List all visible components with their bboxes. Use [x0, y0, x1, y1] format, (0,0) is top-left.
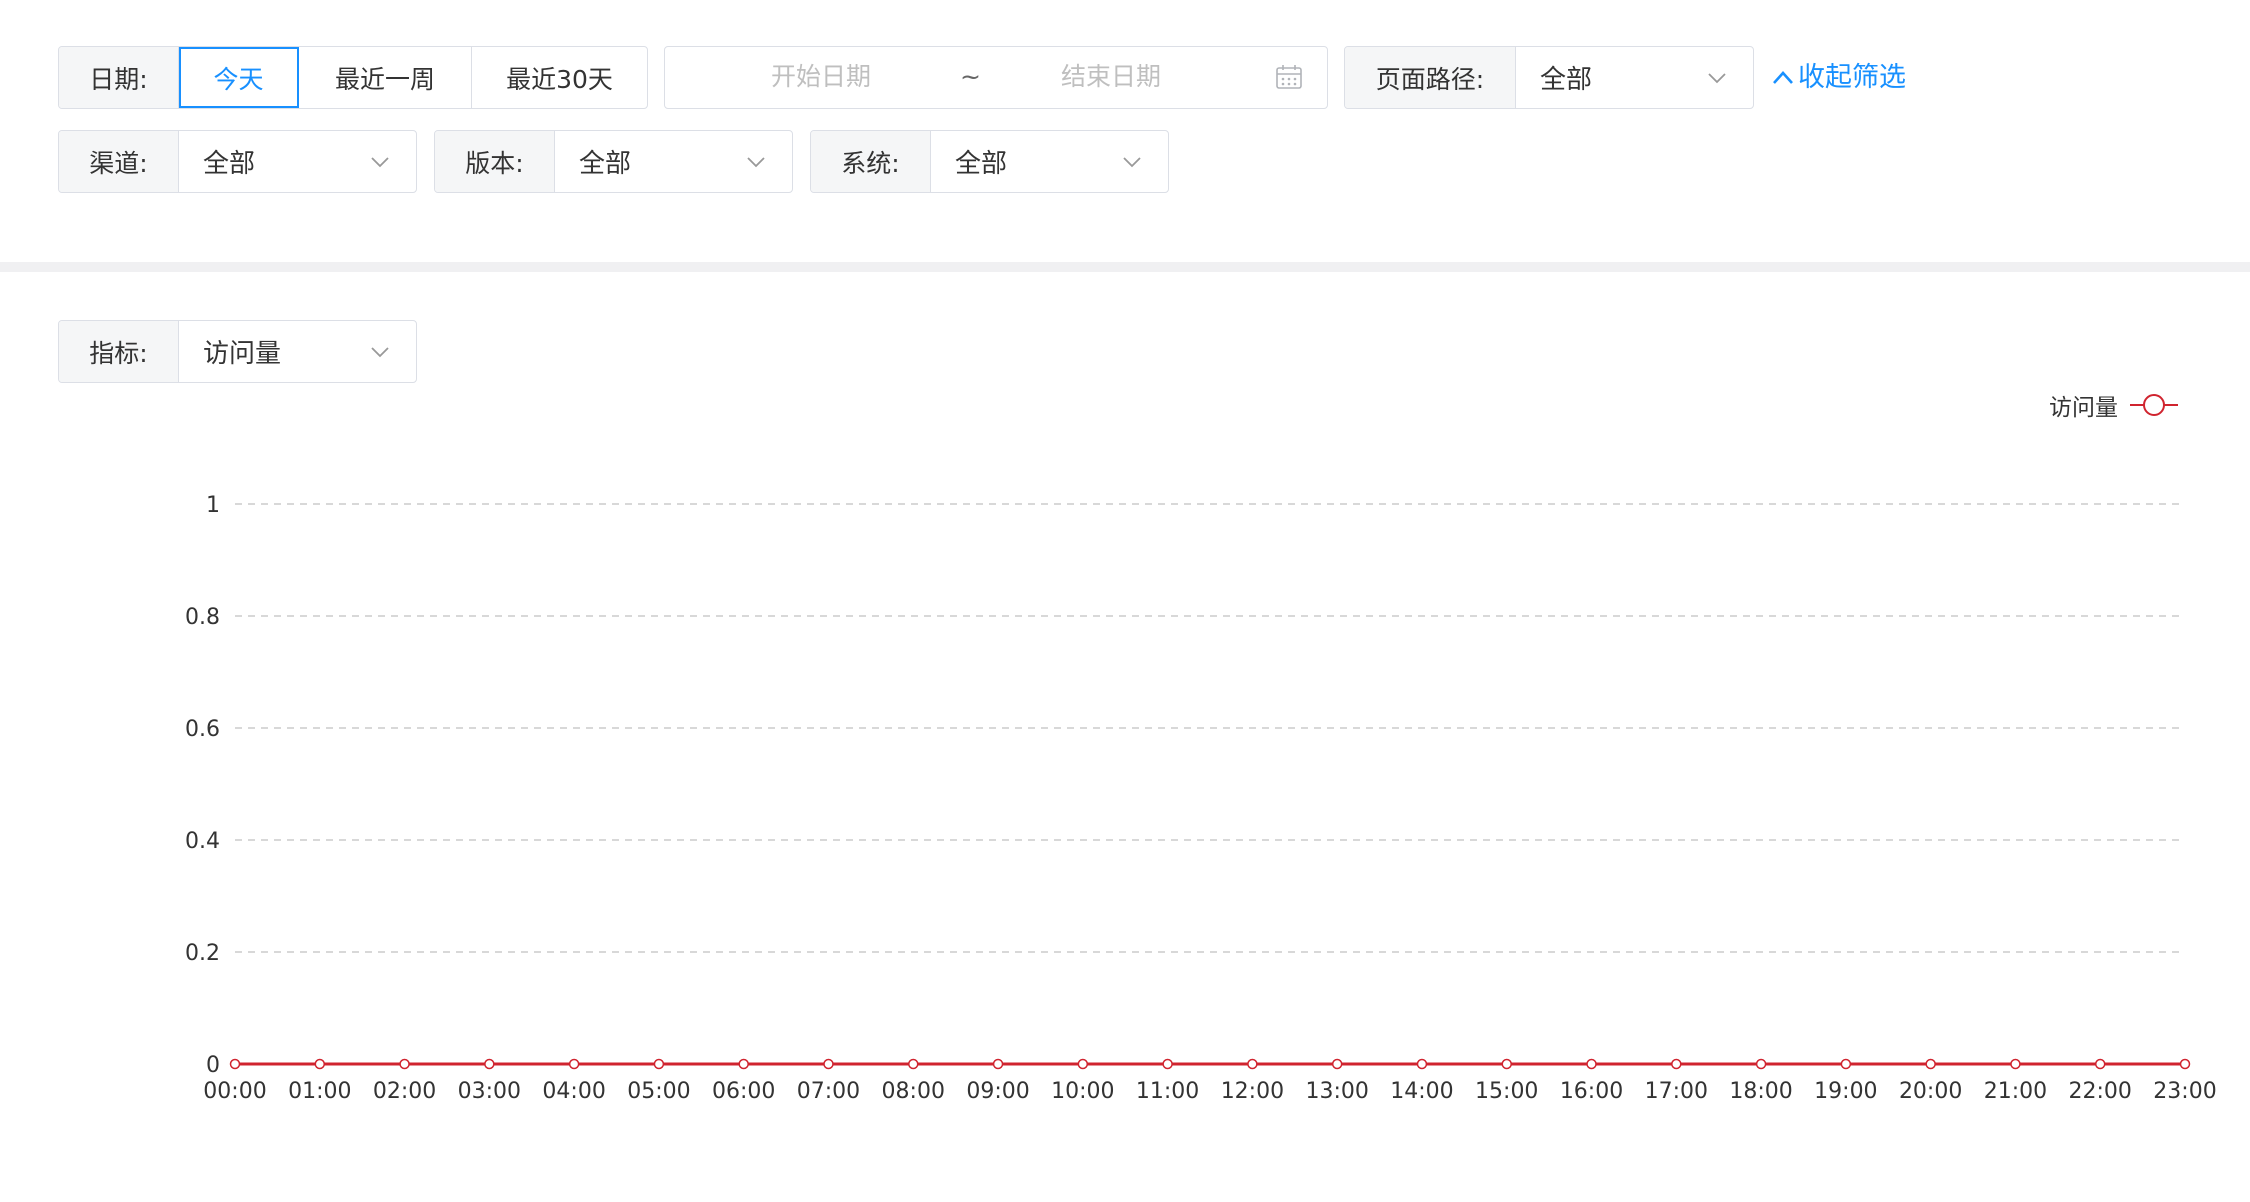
data-point[interactable] [1671, 1058, 1682, 1070]
filter-panel: 日期: 今天 最近一周 最近30天 开始日期 ~ 结束日期 页面路径: 全部 收… [0, 0, 2250, 262]
channel-filter: 渠道: 全部 [58, 130, 417, 193]
page-path-label: 页面路径: [1345, 47, 1516, 108]
data-point[interactable] [229, 1058, 241, 1070]
x-tick-label: 21:00 [1984, 1079, 2047, 1104]
system-value: 全部 [955, 149, 1008, 179]
data-point[interactable] [1840, 1058, 1852, 1070]
data-point[interactable] [2179, 1058, 2191, 1070]
channel-select[interactable]: 全部 [179, 131, 416, 192]
version-select[interactable]: 全部 [555, 131, 792, 192]
data-point[interactable] [1162, 1058, 1173, 1070]
date-option-last-30-days[interactable]: 最近30天 [472, 47, 647, 108]
version-filter: 版本: 全部 [434, 130, 793, 193]
x-tick-label: 08:00 [882, 1079, 945, 1104]
x-tick-label: 23:00 [2153, 1079, 2216, 1104]
x-tick-label: 14:00 [1390, 1079, 1453, 1104]
x-tick-label: 12:00 [1221, 1079, 1284, 1104]
channel-value: 全部 [203, 149, 256, 179]
x-tick-label: 01:00 [288, 1079, 351, 1104]
y-tick-label: 0.6 [185, 717, 220, 742]
version-label: 版本: [435, 131, 555, 192]
x-tick-label: 22:00 [2069, 1079, 2132, 1104]
system-select[interactable]: 全部 [931, 131, 1168, 192]
data-point[interactable] [1247, 1058, 1258, 1070]
y-tick-label: 0 [206, 1053, 220, 1078]
data-point[interactable] [2010, 1058, 2021, 1070]
x-tick-label: 02:00 [373, 1079, 436, 1104]
chevron-down-icon [370, 156, 390, 168]
x-tick-label: 18:00 [1729, 1079, 1792, 1104]
date-option-today[interactable]: 今天 [179, 47, 299, 108]
data-point[interactable] [1077, 1058, 1089, 1070]
calendar-icon[interactable] [1275, 64, 1303, 94]
x-tick-label: 07:00 [797, 1079, 860, 1104]
chevron-down-icon [1122, 156, 1142, 168]
system-label: 系统: [811, 131, 931, 192]
date-label: 日期: [59, 47, 179, 108]
y-tick-label: 0.8 [185, 605, 220, 630]
x-tick-label: 09:00 [966, 1079, 1029, 1104]
data-point[interactable] [1501, 1058, 1512, 1070]
y-tick-label: 1 [206, 493, 220, 518]
date-range-separator: ~ [960, 62, 981, 91]
data-point[interactable] [1755, 1058, 1767, 1070]
chevron-down-icon [1707, 72, 1727, 84]
date-option-last-week[interactable]: 最近一周 [299, 47, 472, 108]
x-tick-label: 11:00 [1136, 1079, 1199, 1104]
data-point[interactable] [1331, 1058, 1343, 1070]
x-tick-label: 04:00 [542, 1079, 605, 1104]
collapse-filters-link[interactable]: 收起筛选 [1772, 56, 1906, 100]
data-point[interactable] [908, 1058, 919, 1070]
x-tick-label: 00:00 [203, 1079, 266, 1104]
data-point[interactable] [568, 1058, 580, 1070]
start-date-input[interactable]: 开始日期 [771, 47, 871, 107]
data-point[interactable] [484, 1058, 495, 1070]
section-divider [0, 262, 2250, 272]
data-point[interactable] [738, 1058, 749, 1070]
data-point[interactable] [653, 1058, 665, 1070]
x-tick-label: 05:00 [627, 1079, 690, 1104]
collapse-filters-label: 收起筛选 [1798, 62, 1906, 93]
page-path-value: 全部 [1540, 65, 1593, 95]
chevron-up-icon [1773, 71, 1793, 84]
version-value: 全部 [579, 149, 632, 179]
x-tick-label: 03:00 [458, 1079, 521, 1104]
page-path-filter: 页面路径: 全部 [1344, 46, 1754, 109]
end-date-input[interactable]: 结束日期 [1061, 47, 1161, 107]
data-point[interactable] [823, 1058, 834, 1070]
x-tick-label: 13:00 [1305, 1079, 1368, 1104]
x-tick-label: 15:00 [1475, 1079, 1538, 1104]
x-tick-label: 16:00 [1560, 1079, 1623, 1104]
x-tick-label: 20:00 [1899, 1079, 1962, 1104]
system-filter: 系统: 全部 [810, 130, 1169, 193]
x-tick-label: 19:00 [1814, 1079, 1877, 1104]
date-range-picker[interactable]: 开始日期 ~ 结束日期 [664, 46, 1328, 109]
page-path-select[interactable]: 全部 [1516, 47, 1753, 108]
x-tick-label: 17:00 [1645, 1079, 1708, 1104]
data-point[interactable] [2094, 1058, 2106, 1070]
data-point[interactable] [314, 1058, 326, 1070]
x-tick-label: 10:00 [1051, 1079, 1114, 1104]
data-point[interactable] [1416, 1058, 1428, 1070]
data-point[interactable] [992, 1058, 1004, 1070]
chevron-down-icon [746, 156, 766, 168]
data-point[interactable] [1586, 1058, 1597, 1070]
data-point[interactable] [399, 1058, 410, 1070]
data-point[interactable] [1925, 1058, 1936, 1070]
date-filter: 日期: 今天 最近一周 最近30天 [58, 46, 648, 109]
visits-line-chart: 0 0.2 0.4 0.6 0.8 1 00:00 01:00 02:00 03:00 04:00… [185, 493, 2217, 1104]
y-tick-label: 0.2 [185, 941, 220, 966]
channel-label: 渠道: [59, 131, 179, 192]
y-tick-label: 0.4 [185, 829, 220, 854]
x-tick-label: 06:00 [712, 1079, 775, 1104]
